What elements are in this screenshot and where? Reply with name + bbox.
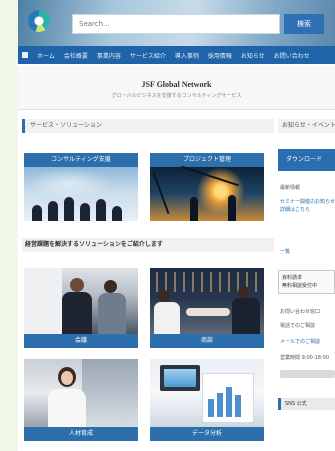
solution-tile-meeting[interactable]: 会議 (24, 268, 138, 348)
sidebar-link[interactable]: セミナー開催のお知らせ (280, 198, 335, 205)
crane-arm-shape (181, 165, 239, 187)
crane-shape (152, 171, 170, 215)
worker-silhouette (228, 195, 236, 221)
service-tile-consulting[interactable]: コンサルティング支援 (24, 153, 138, 221)
sidebar-box-line: 資料請求 (282, 275, 303, 281)
data-charts-image (150, 359, 264, 427)
sidebar-text: 営業時間 9:00-18:00 (280, 355, 330, 361)
sidebar-box-line: 無料相談受付中 (282, 283, 318, 289)
header-banner: Search... 検索 (18, 0, 335, 46)
home-icon[interactable] (22, 52, 28, 58)
sidebar-link[interactable]: 詳細はこちら (280, 206, 335, 213)
person-suit (98, 293, 126, 334)
sidebar-download-button[interactable]: ダウンロード (278, 149, 335, 171)
site-title: JSF Global Network (141, 80, 212, 89)
nav-item[interactable]: 事業内容 (97, 51, 121, 60)
sidebar-text: お問い合わせ窓口 (280, 309, 321, 315)
tile-caption: 商談 (150, 334, 264, 348)
person-head (238, 286, 250, 298)
search-button[interactable]: 検索 (284, 14, 324, 34)
business-team-image (24, 167, 138, 221)
section-heading-services: サービス・ソリューション (22, 119, 274, 133)
person-silhouette (80, 203, 90, 221)
person-silhouette (96, 199, 106, 221)
window-light (24, 268, 62, 334)
nav-item[interactable]: お問い合わせ (274, 51, 310, 60)
chart-bar-shape (217, 393, 223, 417)
tile-caption: コンサルティング支援 (24, 153, 138, 167)
search-input[interactable]: Search... (72, 14, 280, 34)
meeting-image (24, 268, 138, 334)
businesswoman-image (24, 359, 138, 427)
chart-bar-shape (208, 399, 214, 417)
solution-tile-training[interactable]: 人材育成 (24, 359, 138, 441)
tile-caption: データ分析 (150, 427, 264, 441)
logo-icon[interactable] (28, 10, 50, 32)
construction-sunset-image (150, 165, 264, 221)
handshake-image (150, 268, 264, 334)
person-suit (232, 298, 260, 334)
office-background (82, 359, 138, 427)
sidebar-text: 電話でのご相談 (280, 323, 316, 329)
sidebar-link[interactable]: 一覧 (280, 248, 335, 255)
sidebar-sns-heading[interactable]: SNS 公式 (278, 398, 335, 410)
sidebar-text: 最新情報 (280, 185, 301, 191)
nav-item[interactable]: サービス紹介 (130, 51, 166, 60)
tile-caption: プロジェクト管理 (150, 153, 264, 167)
person-silhouette (64, 197, 74, 221)
nav-item[interactable]: 採用情報 (208, 51, 232, 60)
person-face (61, 371, 73, 385)
section-heading-solutions: 経営課題を解決するソリューションをご紹介します (22, 238, 274, 252)
laptop-display (164, 369, 196, 387)
person-shirt (154, 302, 180, 334)
handshake-shape (186, 308, 230, 316)
main-nav: ホーム 会社概要 事業内容 サービス紹介 導入事例 採用情報 お知らせ お問い合… (18, 46, 335, 64)
tile-caption: 会議 (24, 334, 138, 348)
person-silhouette (48, 201, 58, 221)
sidebar-slider[interactable] (280, 370, 335, 378)
sidebar-info-box[interactable]: 資料請求 無料相談受付中 (278, 270, 335, 294)
person-head (158, 290, 170, 302)
person-silhouette (112, 206, 122, 221)
nav-item[interactable]: 導入事例 (175, 51, 199, 60)
site-title-area: JSF Global Network グローバルビジネスを支援するコンサルティン… (18, 66, 335, 110)
service-tile-project[interactable]: プロジェクト管理 (150, 153, 264, 221)
solution-tile-analytics[interactable]: データ分析 (150, 359, 264, 441)
people-silhouettes (32, 197, 122, 221)
page: Search... 検索 ホーム 会社概要 事業内容 サービス紹介 導入事例 採… (18, 0, 335, 451)
solution-tile-negotiation[interactable]: 商談 (150, 268, 264, 348)
sidebar-link[interactable]: メールでのご相談 (280, 338, 335, 345)
person-blouse (48, 389, 86, 427)
nav-item[interactable]: 会社概要 (64, 51, 88, 60)
tile-caption: 人材育成 (24, 427, 138, 441)
person-head (70, 278, 84, 292)
sidebar-heading: お知らせ・イベント (278, 119, 335, 133)
nav-item[interactable]: お知らせ (241, 51, 265, 60)
chart-bar-shape (235, 395, 241, 417)
chart-bar-shape (226, 387, 232, 417)
person-silhouette (32, 205, 42, 221)
person-suit (62, 292, 92, 334)
worker-silhouette (190, 197, 198, 221)
person-head (104, 280, 117, 293)
site-subtitle: グローバルビジネスを支援するコンサルティングサービス (111, 93, 242, 99)
nav-item[interactable]: ホーム (37, 51, 55, 60)
